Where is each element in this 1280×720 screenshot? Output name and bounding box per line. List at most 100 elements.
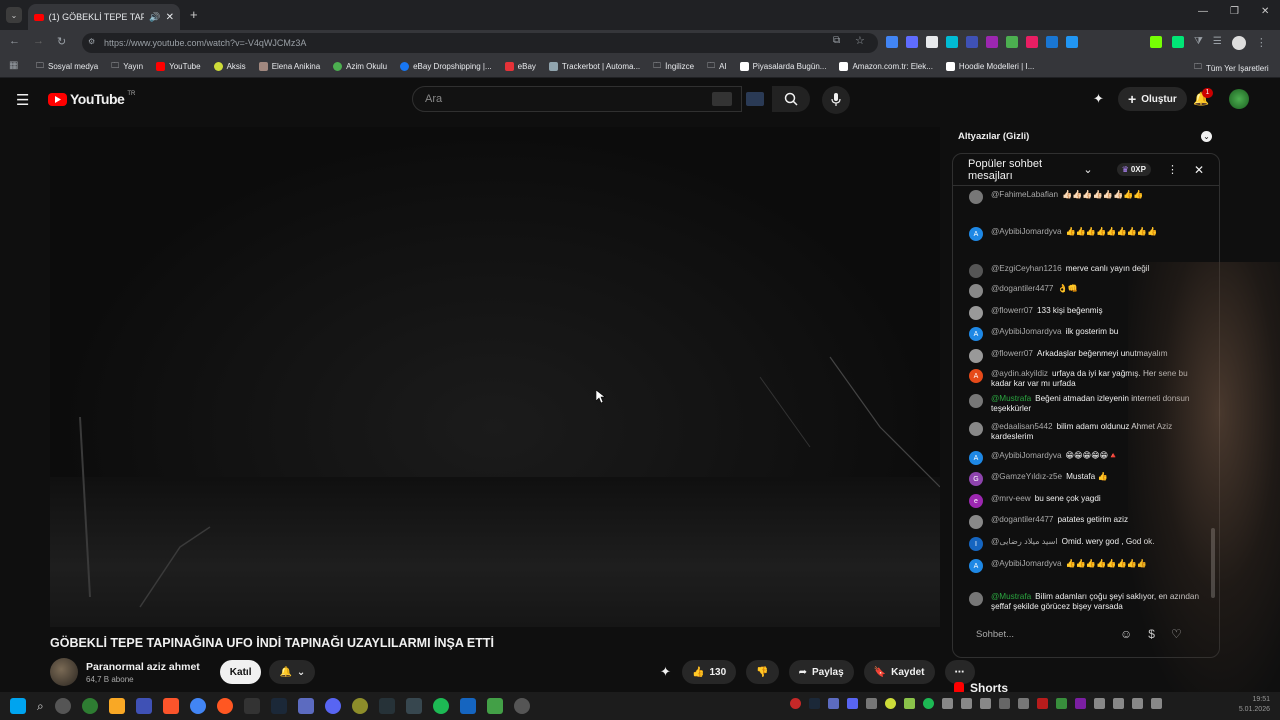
start-icon[interactable] xyxy=(10,698,26,714)
bookmark-star-icon[interactable]: ☆ xyxy=(855,34,865,47)
extension-icon[interactable] xyxy=(986,36,998,48)
chrome-menu-icon[interactable]: ⋮ xyxy=(1256,36,1267,50)
tray-icon[interactable] xyxy=(904,698,915,709)
tab-search-button[interactable]: ⌄ xyxy=(6,7,22,23)
extension-icon[interactable] xyxy=(1026,36,1038,48)
app-icon[interactable] xyxy=(486,698,503,714)
tray-icon[interactable] xyxy=(980,698,991,709)
app-icon[interactable] xyxy=(378,698,395,714)
chat-author-avatar[interactable] xyxy=(969,190,983,204)
bookmark-link[interactable]: YouTube xyxy=(156,62,201,71)
save-button[interactable]: 🔖 Kaydet xyxy=(863,660,935,684)
chat-author-name[interactable]: @AybibiJomardyva xyxy=(991,559,1062,568)
channel-name[interactable]: Paranormal aziz ahmet xyxy=(86,661,200,673)
app-icon[interactable] xyxy=(513,698,530,714)
extension-icon[interactable] xyxy=(926,36,938,48)
chat-author-avatar[interactable] xyxy=(969,264,983,278)
minimize-icon[interactable]: — xyxy=(1198,6,1208,17)
subtitles-panel-header[interactable]: Altyazılar (Gizli) ⌄ xyxy=(952,126,1218,146)
tray-icon[interactable] xyxy=(1056,698,1067,709)
system-clock[interactable]: 19:51 5.01.2026 xyxy=(1239,695,1270,715)
extension-icon[interactable] xyxy=(1046,36,1058,48)
maximize-icon[interactable]: ❐ xyxy=(1230,6,1239,17)
chat-author-name[interactable]: @AybibiJomardyva xyxy=(991,327,1062,336)
tray-icon[interactable] xyxy=(1018,698,1029,709)
translate-extension-icon[interactable] xyxy=(746,92,764,106)
chat-author-name[interactable]: @dogantiler4477 xyxy=(991,515,1054,524)
chat-author-name[interactable]: @flowerr07 xyxy=(991,349,1033,358)
active-tab[interactable]: (1) GÖBEKLİ TEPE TAPINAĞI 🔊 ✕ xyxy=(28,4,180,30)
close-tab-icon[interactable]: ✕ xyxy=(166,12,174,23)
extension-icon[interactable] xyxy=(1006,36,1018,48)
extension-icon[interactable] xyxy=(1150,36,1162,48)
apps-grid-icon[interactable]: ▦ xyxy=(9,60,18,71)
chat-author-avatar[interactable]: A xyxy=(969,227,983,241)
tray-steam-icon[interactable] xyxy=(809,698,820,709)
subscribe-bell-button[interactable]: 🔔 ⌄ xyxy=(269,660,316,684)
video-player[interactable] xyxy=(50,127,940,627)
store-icon[interactable] xyxy=(135,698,152,714)
chat-author-avatar[interactable] xyxy=(969,394,983,408)
tray-icon[interactable] xyxy=(961,698,972,709)
tray-icon[interactable] xyxy=(885,698,896,709)
bookmark-link[interactable]: Trackerbot | Automa... xyxy=(548,62,640,71)
extension-icon[interactable] xyxy=(966,36,978,48)
reload-icon[interactable]: ↻ xyxy=(57,35,66,48)
chat-author-avatar[interactable]: G xyxy=(969,472,983,486)
keyboard-icon[interactable] xyxy=(712,92,732,106)
create-button[interactable]: + Oluştur xyxy=(1118,87,1187,111)
discord-icon[interactable] xyxy=(324,698,341,714)
tray-icon[interactable] xyxy=(828,698,839,709)
chat-message[interactable]: @FahimeLabafian 👍🏻👍🏻👍🏻👍🏻👍🏻👍🏻👍👍 xyxy=(969,190,1201,204)
chat-author-name[interactable]: @flowerr07 xyxy=(991,306,1033,315)
chat-author-avatar[interactable]: I xyxy=(969,537,983,551)
chat-author-avatar[interactable] xyxy=(969,592,983,606)
share-button[interactable]: ➦ Paylaş xyxy=(788,660,854,684)
chat-author-avatar[interactable] xyxy=(969,306,983,320)
voice-search-button[interactable] xyxy=(822,86,850,114)
app-icon[interactable] xyxy=(216,698,233,714)
premium-icon[interactable]: ✦ xyxy=(1093,91,1104,107)
chat-author-name[interactable]: @GamzeYıldız-z5e xyxy=(991,472,1062,481)
chat-author-name[interactable]: @Mustrafa xyxy=(991,394,1031,403)
task-view-icon[interactable] xyxy=(54,698,71,714)
tray-icon[interactable] xyxy=(1151,698,1162,709)
tray-icon[interactable] xyxy=(999,698,1010,709)
chat-author-name[interactable]: @Mustrafa xyxy=(991,592,1031,601)
bookmark-link[interactable]: Elena Anikina xyxy=(258,62,320,71)
channel-avatar[interactable] xyxy=(50,658,78,686)
chat-author-name[interactable]: @اسید میلاد رضایی xyxy=(991,537,1058,546)
spotify-icon[interactable] xyxy=(432,698,449,714)
hamburger-menu-icon[interactable]: ☰ xyxy=(16,91,29,109)
address-bar[interactable]: https://www.youtube.com/watch?v=-V4qWJCM… xyxy=(82,33,878,53)
extension-icon[interactable] xyxy=(1066,36,1078,48)
chat-author-name[interactable]: @mrv-eew xyxy=(991,494,1031,503)
bookmark-link[interactable]: Amazon.com.tr: Elek... xyxy=(839,62,933,71)
chat-author-avatar[interactable]: e xyxy=(969,494,983,508)
tray-icon[interactable] xyxy=(1037,698,1048,709)
file-explorer-icon[interactable] xyxy=(108,698,125,714)
bookmark-folder[interactable]: 🗀 Sosyal medya xyxy=(36,60,98,74)
chat-author-avatar[interactable]: A xyxy=(969,369,983,383)
bookmark-folder[interactable]: 🗀 AI xyxy=(707,60,727,74)
bookmark-link[interactable]: Hoodie Modelleri | I... xyxy=(945,62,1034,71)
chat-author-avatar[interactable]: A xyxy=(969,559,983,573)
extensions-puzzle-icon[interactable]: ⧩ xyxy=(1194,36,1203,50)
xbox-icon[interactable] xyxy=(81,698,98,714)
chat-message[interactable]: A @AybibiJomardyva 👍👍👍👍👍👍👍👍👍 xyxy=(969,227,1201,241)
dislike-button[interactable]: 👎 xyxy=(746,660,779,684)
chat-author-name[interactable]: @edaalisan5442 xyxy=(991,422,1053,431)
bookmark-link[interactable]: eBay Dropshipping |... xyxy=(400,62,492,71)
join-button[interactable]: Katıl xyxy=(219,660,262,684)
bookmark-link[interactable]: eBay xyxy=(504,62,536,71)
extension-icon[interactable] xyxy=(946,36,958,48)
bookmark-link[interactable]: Piyasalarda Bugün... xyxy=(739,62,826,71)
all-bookmarks-folder[interactable]: 🗀 Tüm Yer İşaretleri xyxy=(1194,61,1269,75)
forward-icon[interactable]: → xyxy=(33,35,44,47)
app-icon[interactable] xyxy=(459,698,476,714)
chrome-icon[interactable] xyxy=(189,698,206,714)
account-avatar[interactable] xyxy=(1229,89,1249,109)
chat-author-name[interactable]: @AybibiJomardyva xyxy=(991,451,1062,460)
search-button[interactable] xyxy=(772,86,810,112)
chat-author-avatar[interactable] xyxy=(969,515,983,529)
